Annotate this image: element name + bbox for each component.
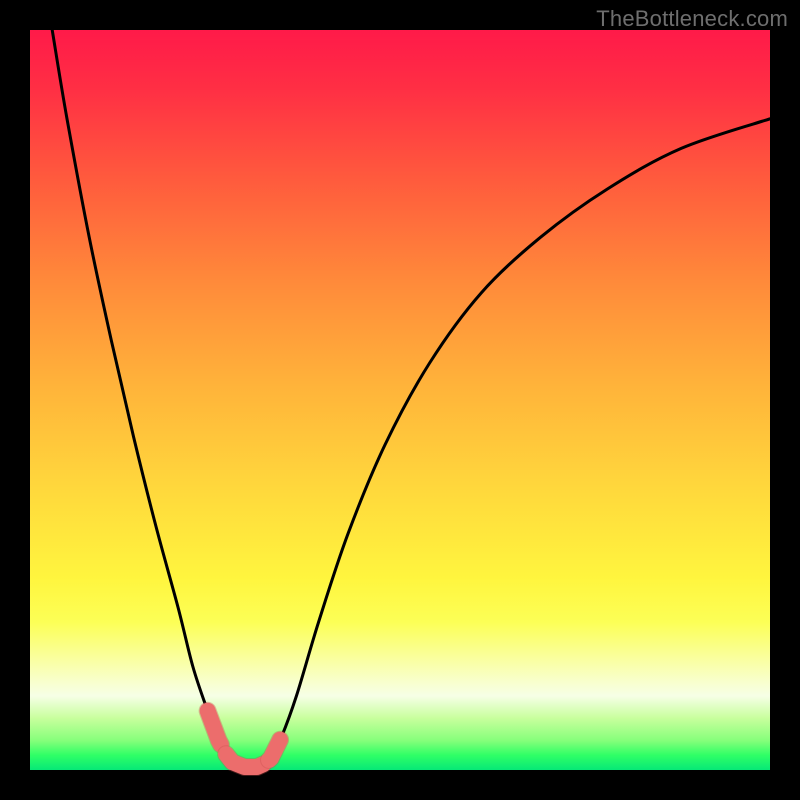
chart-frame: TheBottleneck.com xyxy=(0,0,800,800)
bottleneck-curve xyxy=(30,30,770,770)
curve-marker-1 xyxy=(226,754,263,767)
curve-path xyxy=(52,30,770,768)
curve-marker-2 xyxy=(269,740,280,760)
curve-markers xyxy=(208,711,281,767)
watermark-text: TheBottleneck.com xyxy=(596,6,788,32)
plot-area xyxy=(30,30,770,770)
